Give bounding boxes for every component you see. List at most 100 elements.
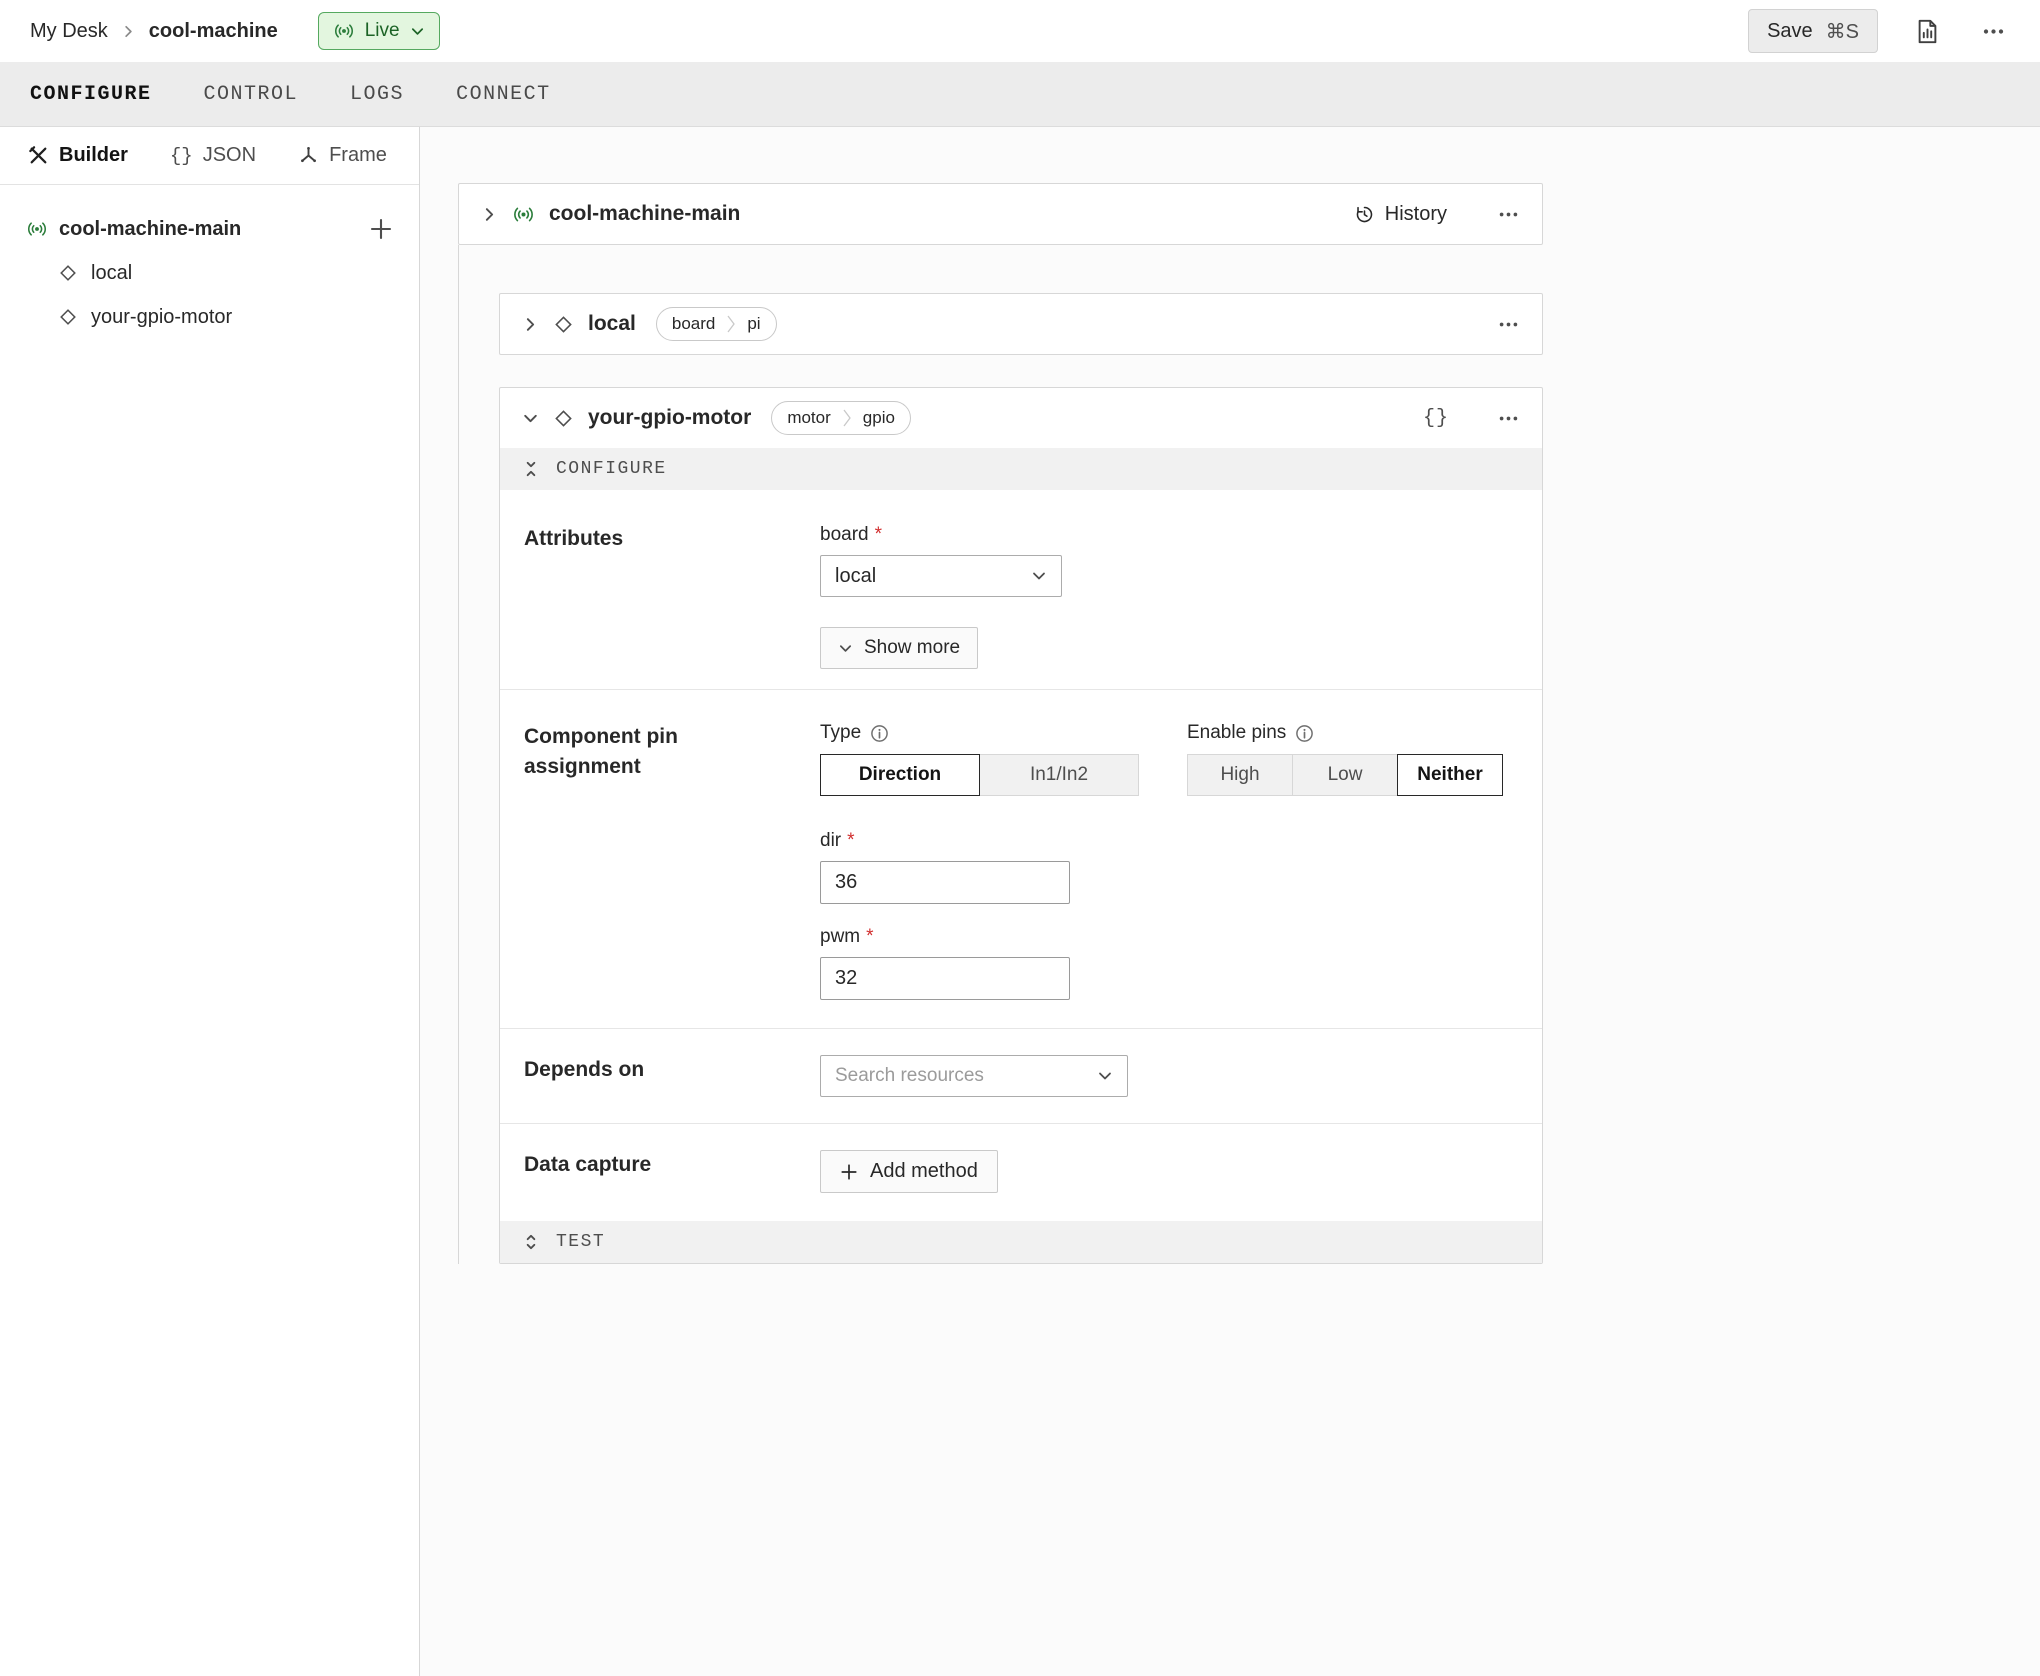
chevron-right-icon[interactable] bbox=[522, 316, 539, 333]
tab-connect[interactable]: CONNECT bbox=[456, 83, 551, 106]
tab-logs[interactable]: LOGS bbox=[350, 83, 404, 106]
type-group: Type Direction In1/In2 bbox=[820, 722, 1139, 796]
tag-pi: pi bbox=[736, 308, 775, 340]
breadcrumb-root[interactable]: My Desk bbox=[30, 20, 108, 43]
view-tab-json-label: JSON bbox=[203, 144, 256, 167]
attributes-section: Attributes board * local Show more bbox=[500, 490, 1542, 690]
depends-on-select[interactable] bbox=[820, 1055, 1128, 1097]
ellipsis-icon bbox=[1497, 203, 1520, 226]
info-icon[interactable] bbox=[870, 724, 889, 743]
top-bar: My Desk cool-machine Live Save ⌘S bbox=[0, 0, 2040, 62]
history-button[interactable]: History bbox=[1354, 203, 1447, 226]
motor-card-menu-button[interactable] bbox=[1497, 407, 1520, 430]
board-field-label: board bbox=[820, 524, 869, 546]
resource-tree: cool-machine-main local your-gpio-motor bbox=[0, 185, 419, 339]
dir-field: dir * bbox=[820, 830, 1518, 904]
live-status-button[interactable]: Live bbox=[318, 12, 440, 50]
depends-on-search-input[interactable] bbox=[835, 1065, 1065, 1087]
type-label: Type bbox=[820, 722, 861, 744]
tab-configure[interactable]: CONFIGURE bbox=[30, 83, 152, 106]
view-tab-frame[interactable]: Frame bbox=[298, 144, 387, 167]
tree-item-local[interactable]: local bbox=[20, 251, 399, 295]
show-more-button[interactable]: Show more bbox=[820, 627, 978, 669]
diamond-icon bbox=[58, 263, 78, 283]
add-method-label: Add method bbox=[870, 1160, 978, 1183]
motor-json-toggle-button[interactable]: {} bbox=[1423, 407, 1449, 430]
builder-tools-icon bbox=[28, 145, 49, 166]
info-icon[interactable] bbox=[1295, 724, 1314, 743]
resource-children: local board pi your-gpio-motor motor bbox=[458, 245, 1543, 1264]
pwm-field: pwm * bbox=[820, 926, 1518, 1000]
type-option-direction[interactable]: Direction bbox=[820, 754, 980, 796]
view-tab-frame-label: Frame bbox=[329, 144, 387, 167]
enable-option-low[interactable]: Low bbox=[1292, 754, 1398, 796]
pwm-field-label: pwm bbox=[820, 926, 860, 948]
sidebar: Builder {} JSON Frame cool-machine-main bbox=[0, 127, 420, 1676]
chevron-down-icon bbox=[410, 24, 425, 39]
chevron-down-icon bbox=[838, 641, 853, 656]
live-label: Live bbox=[365, 20, 400, 42]
tag-separator-icon bbox=[726, 314, 736, 334]
broadcast-icon bbox=[512, 203, 535, 226]
tree-motor-label: your-gpio-motor bbox=[91, 306, 232, 329]
required-asterisk: * bbox=[866, 926, 873, 948]
tree-item-your-gpio-motor[interactable]: your-gpio-motor bbox=[20, 295, 399, 339]
test-section-toggle[interactable]: TEST bbox=[500, 1221, 1542, 1263]
enable-option-high[interactable]: High bbox=[1187, 754, 1293, 796]
depends-on-heading: Depends on bbox=[524, 1055, 820, 1097]
frame-axes-icon bbox=[298, 145, 319, 166]
show-more-label: Show more bbox=[864, 637, 960, 659]
machine-card: cool-machine-main History bbox=[458, 183, 1543, 245]
tag-motor: motor bbox=[772, 402, 841, 434]
save-button[interactable]: Save ⌘S bbox=[1748, 9, 1878, 53]
builder-canvas: cool-machine-main History local board pi bbox=[420, 127, 2040, 1676]
diamond-icon bbox=[553, 314, 574, 335]
plus-icon bbox=[840, 1163, 858, 1181]
view-tab-builder[interactable]: Builder bbox=[28, 144, 128, 167]
machine-report-button[interactable] bbox=[1910, 14, 1945, 49]
main-tab-bar: CONFIGURE CONTROL LOGS CONNECT bbox=[0, 62, 2040, 127]
diamond-icon bbox=[553, 408, 574, 429]
tag-gpio: gpio bbox=[852, 402, 910, 434]
breadcrumb-current: cool-machine bbox=[149, 20, 278, 43]
breadcrumb-separator-icon bbox=[121, 24, 136, 39]
motor-card-header: your-gpio-motor motor gpio {} bbox=[500, 388, 1542, 448]
view-tab-json[interactable]: {} JSON bbox=[170, 144, 256, 167]
dir-input[interactable] bbox=[820, 861, 1070, 904]
chevron-right-icon[interactable] bbox=[481, 206, 498, 223]
data-capture-heading: Data capture bbox=[524, 1150, 820, 1193]
tree-item-machine[interactable]: cool-machine-main bbox=[20, 207, 399, 251]
board-select[interactable]: local bbox=[820, 555, 1062, 597]
add-method-button[interactable]: Add method bbox=[820, 1150, 998, 1193]
document-chart-icon bbox=[1914, 18, 1941, 45]
configure-section-label: CONFIGURE bbox=[556, 459, 667, 479]
breadcrumb: My Desk cool-machine bbox=[30, 20, 278, 43]
sidebar-view-tabs: Builder {} JSON Frame bbox=[0, 127, 419, 185]
plus-icon bbox=[369, 217, 393, 241]
required-asterisk: * bbox=[875, 524, 882, 546]
add-resource-button[interactable] bbox=[369, 217, 393, 241]
resource-type-tags: board pi bbox=[656, 307, 777, 341]
expand-icon bbox=[522, 1233, 540, 1251]
enable-pins-label: Enable pins bbox=[1187, 722, 1286, 744]
ellipsis-icon bbox=[1497, 313, 1520, 336]
topbar-actions: Save ⌘S bbox=[1748, 9, 2010, 53]
more-menu-button[interactable] bbox=[1977, 15, 2010, 48]
braces-icon: {} bbox=[170, 145, 193, 167]
resource-type-tags: motor gpio bbox=[771, 401, 911, 435]
configure-section-toggle[interactable]: CONFIGURE bbox=[500, 448, 1542, 490]
machine-card-title: cool-machine-main bbox=[549, 202, 740, 226]
type-option-in1in2[interactable]: In1/In2 bbox=[979, 754, 1139, 796]
chevron-down-icon bbox=[1097, 1068, 1113, 1084]
tree-local-label: local bbox=[91, 262, 132, 285]
local-card-menu-button[interactable] bbox=[1497, 313, 1520, 336]
pwm-input[interactable] bbox=[820, 957, 1070, 1000]
enable-option-neither[interactable]: Neither bbox=[1397, 754, 1503, 796]
workspace: Builder {} JSON Frame cool-machine-main bbox=[0, 127, 2040, 1676]
tree-machine-label: cool-machine-main bbox=[59, 218, 241, 241]
machine-card-menu-button[interactable] bbox=[1497, 203, 1520, 226]
chevron-down-icon[interactable] bbox=[522, 410, 539, 427]
tab-control[interactable]: CONTROL bbox=[204, 83, 299, 106]
local-card-title: local bbox=[588, 312, 636, 336]
ellipsis-icon bbox=[1497, 407, 1520, 430]
